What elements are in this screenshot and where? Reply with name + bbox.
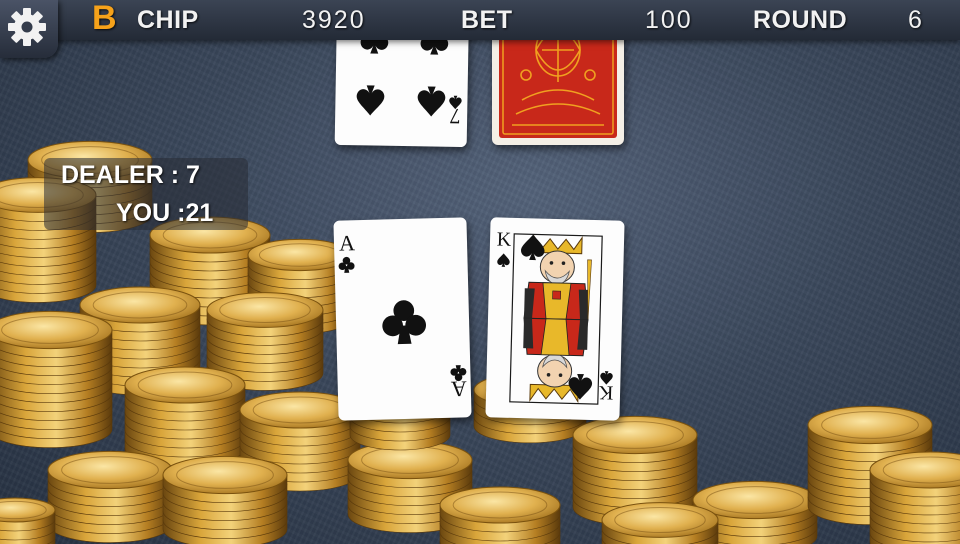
- coin-stack: [162, 455, 288, 544]
- coin-piles: [0, 140, 960, 544]
- chip-value: 3920: [302, 6, 366, 34]
- dealer-score: DEALER : 7: [61, 161, 200, 190]
- dealer-score-value: 7: [186, 161, 200, 189]
- svg-text:A: A: [450, 376, 467, 401]
- svg-text:7: 7: [449, 104, 460, 129]
- svg-text:K: K: [497, 228, 513, 250]
- bet-value: 100: [645, 6, 693, 34]
- ace-of-clubs-face: A A: [338, 230, 467, 402]
- svg-text:A: A: [339, 230, 356, 255]
- player-score: YOU :21: [116, 199, 213, 228]
- coin-stack: [0, 497, 56, 544]
- round-value: 6: [908, 6, 923, 34]
- player-score-value: 21: [185, 199, 214, 227]
- gear-icon: [8, 8, 46, 46]
- chip-label: CHIP: [137, 6, 199, 34]
- player-score-label: YOU :: [116, 199, 186, 227]
- player-card-1: A A: [333, 217, 472, 421]
- dealer-score-label: DEALER :: [61, 161, 186, 189]
- round-label: ROUND: [753, 6, 848, 34]
- coin-stack: [439, 486, 561, 544]
- brand-logo: B: [92, 0, 118, 37]
- coin-stack: [869, 451, 960, 544]
- settings-button[interactable]: [0, 0, 58, 58]
- svg-text:K: K: [598, 381, 614, 403]
- player-card-2: K K: [485, 217, 625, 421]
- king-figure: [521, 234, 593, 404]
- coin-stack: [47, 450, 173, 543]
- coin-stack: [0, 310, 113, 448]
- coin-stack: [601, 502, 719, 544]
- bet-label: BET: [461, 6, 513, 34]
- king-of-spades-face: K K: [497, 228, 614, 405]
